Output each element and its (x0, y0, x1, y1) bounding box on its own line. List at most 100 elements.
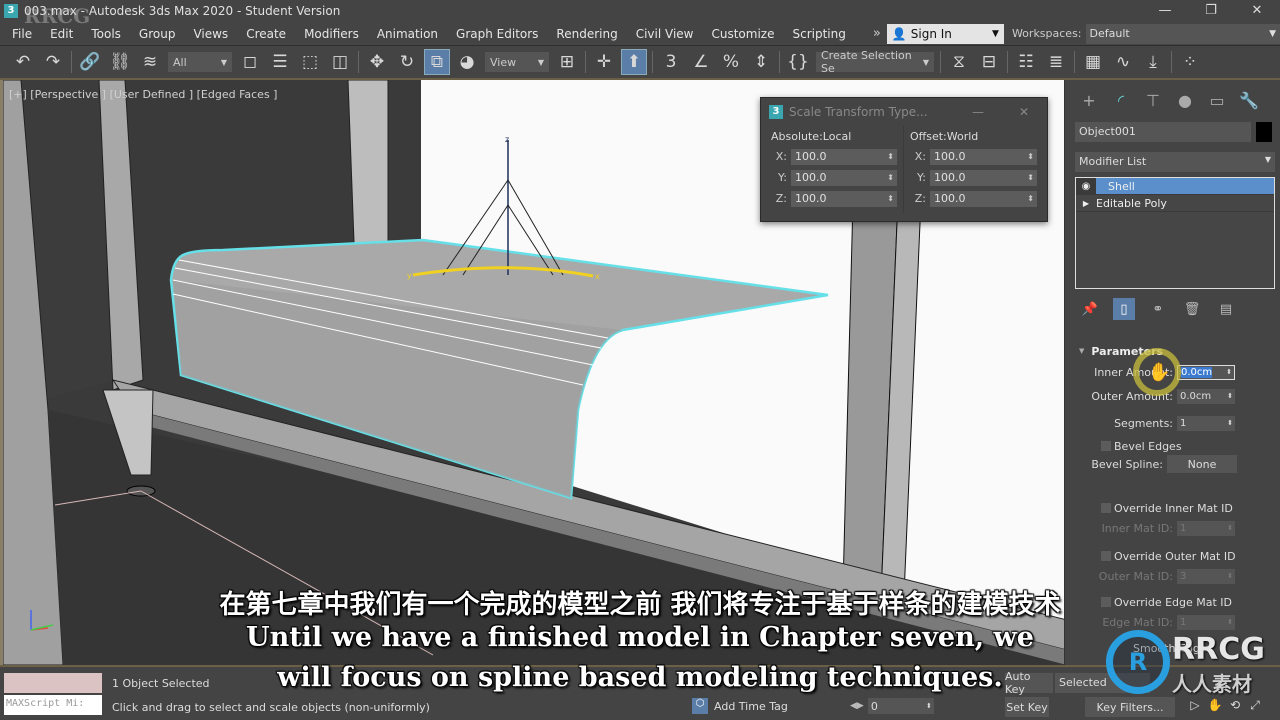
percent-snap-icon[interactable]: % (718, 49, 744, 75)
select-object-icon[interactable]: ◻ (237, 49, 263, 75)
add-time-tag-button[interactable]: ⬡ Add Time Tag (692, 698, 788, 714)
menu-scripting[interactable]: Scripting (783, 27, 854, 41)
offset-y-spinner[interactable]: 100.0 ⬍ (930, 169, 1037, 186)
layer-explorer-icon[interactable]: ≣ (1043, 49, 1069, 75)
bevel-spline-button[interactable]: None (1167, 455, 1237, 473)
menu-graph-editors[interactable]: Graph Editors (447, 27, 547, 41)
scale-icon[interactable]: ⧉ (424, 49, 450, 75)
spinner-arrows-icon[interactable]: ⬍ (1227, 419, 1235, 427)
remove-modifier-icon[interactable]: 🗑 (1181, 298, 1203, 320)
hierarchy-tab-icon[interactable]: ⊤ (1137, 86, 1169, 114)
dialog-title-bar[interactable]: 3 Scale Transform Type... — ✕ (761, 98, 1047, 126)
workspace-select[interactable]: Default ▼ (1085, 23, 1280, 44)
unlink-icon[interactable]: ⛓ (107, 49, 133, 75)
spinner-arrows-icon[interactable]: ⬍ (887, 194, 897, 203)
menu-edit[interactable]: Edit (41, 27, 82, 41)
rotate-icon[interactable]: ↻ (394, 49, 420, 75)
rect-region-icon[interactable]: ⬚ (297, 49, 323, 75)
outer-amount-spinner[interactable]: 0.0cm ⬍ (1177, 388, 1235, 404)
select-manipulate-icon[interactable]: ✛ (591, 49, 617, 75)
show-end-result-icon[interactable]: ▯ (1113, 298, 1135, 320)
sign-in-dropdown[interactable]: 👤 Sign In ▼ (886, 23, 1004, 44)
checkbox-box[interactable] (1101, 503, 1111, 513)
close-button[interactable]: ✕ (1234, 0, 1280, 22)
snap-3d-icon[interactable]: 3 (658, 49, 684, 75)
keyboard-shortcut-override-icon[interactable]: ⬆ (621, 49, 647, 75)
offset-z-spinner[interactable]: 100.0 ⬍ (930, 190, 1037, 207)
restore-button[interactable]: ❐ (1188, 0, 1234, 22)
angle-snap-icon[interactable]: ∠ (688, 49, 714, 75)
modifier-list-dropdown[interactable]: Modifier List ▼ (1075, 152, 1275, 172)
configure-sets-icon[interactable]: ▤ (1215, 298, 1237, 320)
spinner-arrows-icon[interactable]: ⬍ (1027, 152, 1037, 161)
spinner-arrows-icon[interactable]: ⬍ (1027, 173, 1037, 182)
abs-y-spinner[interactable]: 100.0 ⬍ (791, 169, 897, 186)
viewport-label[interactable]: [+] [Perspective ] [User Defined ] [Edge… (9, 88, 277, 101)
utilities-tab-icon[interactable]: 🔧 (1233, 86, 1265, 114)
create-tab-icon[interactable]: + (1073, 86, 1105, 114)
spinner-arrows-icon[interactable]: ⬍ (887, 173, 897, 182)
menu-customize[interactable]: Customize (702, 27, 783, 41)
motion-tab-icon[interactable]: ● (1169, 86, 1201, 114)
maxscript-listener-output[interactable] (4, 673, 102, 693)
spinner-arrows-icon[interactable]: ⬍ (1227, 618, 1235, 626)
redo-icon[interactable]: ↷ (40, 49, 66, 75)
place-icon[interactable]: ◕ (454, 49, 480, 75)
minimize-button[interactable]: — (1142, 0, 1188, 22)
edge-mat-id-spinner[interactable]: 1 ⬍ (1177, 614, 1235, 630)
menu-views[interactable]: Views (184, 27, 237, 41)
offset-x-spinner[interactable]: 100.0 ⬍ (930, 148, 1037, 165)
bevel-edges-checkbox[interactable]: Bevel Edges (1101, 438, 1182, 454)
abs-z-spinner[interactable]: 100.0 ⬍ (791, 190, 897, 207)
curve-editor-icon[interactable]: ∿ (1110, 49, 1136, 75)
set-key-button[interactable]: Set Key (1005, 697, 1049, 717)
abs-x-spinner[interactable]: 100.0 ⬍ (791, 148, 897, 165)
checkbox-box[interactable] (1101, 441, 1111, 451)
override-outer-mat-checkbox[interactable]: Override Outer Mat ID (1101, 548, 1236, 564)
auto-key-button[interactable]: Auto Key (1005, 670, 1053, 696)
spinner-arrows-icon[interactable]: ⬍ (1227, 572, 1235, 580)
object-color-swatch[interactable] (1256, 122, 1272, 142)
pivot-icon[interactable]: ⊞ (554, 49, 580, 75)
modify-tab-icon[interactable]: ◜ (1105, 86, 1137, 114)
expand-triangle-icon[interactable]: ▶ (1076, 199, 1096, 208)
selection-filter-dropdown[interactable]: All ▼ (168, 52, 232, 72)
override-edge-mat-checkbox[interactable]: Override Edge Mat ID (1101, 594, 1232, 610)
spinner-arrows-icon[interactable]: ⬍ (887, 152, 897, 161)
spinner-arrows-icon[interactable]: ⬍ (926, 702, 934, 710)
material-editor-icon[interactable]: ⁘ (1177, 49, 1203, 75)
ref-coord-dropdown[interactable]: View ▼ (485, 52, 549, 72)
eye-icon[interactable]: ◉ (1076, 177, 1096, 195)
named-selection-dropdown[interactable]: Create Selection Se ▼ (816, 49, 934, 75)
make-unique-icon[interactable]: ⚭ (1147, 298, 1169, 320)
undo-icon[interactable]: ↶ (10, 49, 36, 75)
window-crossing-icon[interactable]: ◫ (327, 49, 353, 75)
menu-civil-view[interactable]: Civil View (627, 27, 703, 41)
spinner-snap-icon[interactable]: ⇕ (748, 49, 774, 75)
dialog-minimize-button[interactable]: — (955, 105, 1001, 119)
menu-create[interactable]: Create (237, 27, 295, 41)
dialog-close-button[interactable]: ✕ (1001, 105, 1047, 119)
mirror-icon[interactable]: ⧖ (946, 49, 972, 75)
spinner-arrows-icon[interactable]: ⬍ (1227, 392, 1235, 400)
spinner-arrows-icon[interactable]: ⬍ (1226, 368, 1234, 376)
segments-spinner[interactable]: 1 ⬍ (1177, 415, 1235, 431)
inner-amount-spinner[interactable]: 0.0cm ⬍ (1177, 364, 1235, 380)
stack-item-editable-poly[interactable]: ▶ Editable Poly (1076, 195, 1274, 212)
menu-file[interactable]: File (0, 27, 41, 41)
override-inner-mat-checkbox[interactable]: Override Inner Mat ID (1101, 500, 1233, 516)
frame-nav-icon[interactable]: ◀▶ (850, 701, 864, 711)
scene-explorer-icon[interactable]: ☷ (1013, 49, 1039, 75)
current-frame-field[interactable]: ◀▶ 0 ⬍ (850, 698, 934, 714)
checkbox-box[interactable] (1101, 551, 1111, 561)
menu-modifiers[interactable]: Modifiers (295, 27, 368, 41)
edit-named-sel-icon[interactable]: {} (785, 49, 811, 75)
menu-rendering[interactable]: Rendering (547, 27, 626, 41)
object-name-field[interactable]: Object001 (1075, 122, 1251, 142)
toggle-ribbon-icon[interactable]: ▦ (1080, 49, 1106, 75)
link-icon[interactable]: 🔗 (77, 49, 103, 75)
align-icon[interactable]: ⊟ (976, 49, 1002, 75)
outer-mat-id-spinner[interactable]: 3 ⬍ (1177, 568, 1235, 584)
menu-group[interactable]: Group (130, 27, 185, 41)
spinner-arrows-icon[interactable]: ⬍ (1227, 524, 1235, 532)
